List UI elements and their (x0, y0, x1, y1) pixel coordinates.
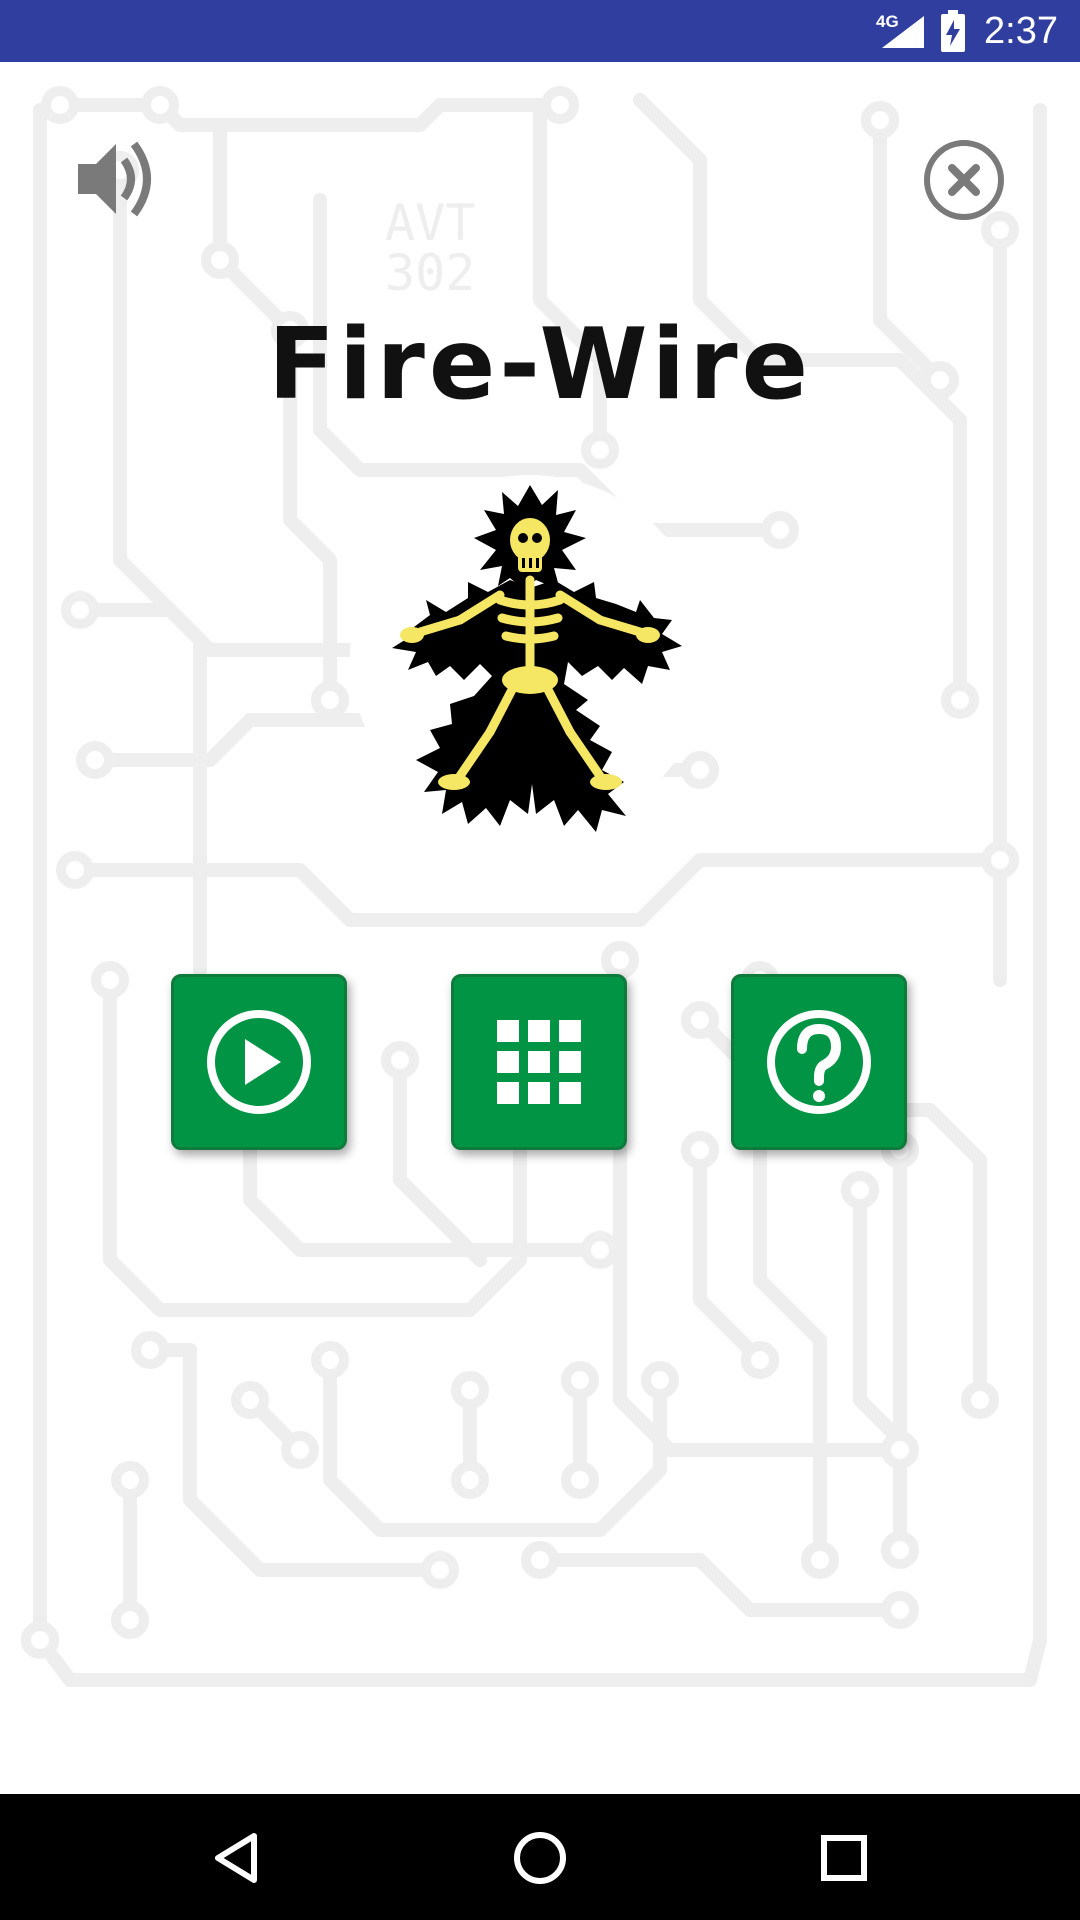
help-icon (767, 1010, 871, 1114)
board-label-line2: 302 (385, 244, 475, 302)
play-icon (207, 1010, 311, 1114)
back-icon (215, 1833, 257, 1883)
home-icon (514, 1832, 566, 1884)
speaker-icon (78, 141, 151, 217)
system-navigation-bar (0, 1794, 1080, 1920)
status-bar: 4G 2:37 (0, 0, 1080, 62)
level-select-button[interactable] (451, 974, 627, 1150)
recents-button[interactable] (808, 1822, 880, 1894)
status-time: 2:37 (984, 10, 1058, 52)
battery-charging-icon (941, 10, 965, 52)
back-button[interactable] (200, 1822, 272, 1894)
sound-toggle-button[interactable] (74, 134, 160, 224)
signal-icon (882, 16, 924, 48)
electrified-skeleton-logo (350, 475, 710, 835)
close-circle-icon (924, 140, 1004, 220)
help-button[interactable] (731, 974, 907, 1150)
play-button[interactable] (171, 974, 347, 1150)
level-grid-icon (497, 1020, 581, 1104)
recents-icon (821, 1835, 867, 1881)
home-button[interactable] (504, 1822, 576, 1894)
game-title: Fire-Wire (267, 308, 813, 422)
close-button[interactable] (922, 138, 1006, 222)
